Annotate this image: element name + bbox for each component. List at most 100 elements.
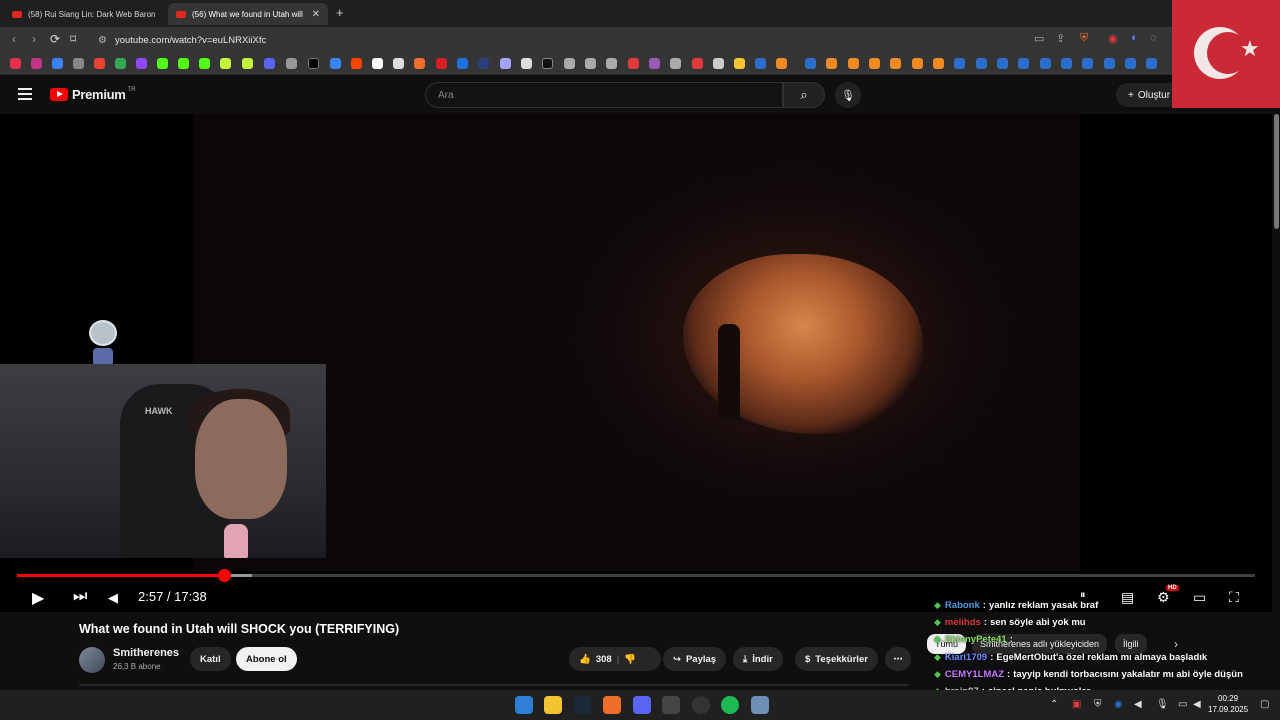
brave-browser-icon[interactable] bbox=[603, 696, 621, 714]
tab-utah-video[interactable]: (56) What we found in Utah will ✕ bbox=[168, 3, 328, 25]
extension-icon[interactable]: ◉ bbox=[1108, 32, 1118, 45]
video-player[interactable]: HAWK ▶ ⏭ ◀ 2:57 / 17:38 ⏸ ▤ ⚙ HD ▭ ⛶ bbox=[0, 114, 1272, 612]
bookmark-steam-icon[interactable] bbox=[954, 58, 965, 69]
tray-app-icon[interactable]: ⛨ bbox=[1094, 699, 1102, 710]
bookmark-steam-icon[interactable] bbox=[997, 58, 1008, 69]
bookmark-icon[interactable] bbox=[670, 58, 681, 69]
bookmark-gmail-icon[interactable] bbox=[94, 58, 105, 69]
search-input[interactable]: Ara bbox=[425, 82, 783, 108]
bookmark-icon[interactable] bbox=[73, 58, 84, 69]
bookmark-steam-icon[interactable] bbox=[1104, 58, 1115, 69]
new-tab-icon[interactable]: + bbox=[336, 5, 344, 20]
close-tab-icon[interactable]: ✕ bbox=[312, 9, 320, 20]
bookmark-icon[interactable] bbox=[649, 58, 660, 69]
bookmark-steam-icon[interactable] bbox=[1082, 58, 1093, 69]
extension-3-icon[interactable]: ◌ bbox=[1150, 32, 1157, 44]
channel-name[interactable]: Smitherenes bbox=[113, 647, 179, 659]
more-actions-button[interactable]: ⋯ bbox=[885, 647, 911, 671]
bookmark-kick-icon[interactable] bbox=[157, 58, 168, 69]
bookmark-icon[interactable] bbox=[713, 58, 724, 69]
share-button[interactable]: ↪ Paylaş bbox=[663, 647, 727, 671]
bookmark-folder-icon[interactable] bbox=[734, 58, 745, 69]
bookmark-twitch-icon[interactable] bbox=[136, 58, 147, 69]
video-frame[interactable] bbox=[193, 114, 1080, 571]
bookmark-icon[interactable] bbox=[606, 58, 617, 69]
hamburger-menu-icon[interactable] bbox=[18, 88, 32, 100]
microphone-icon[interactable]: 🎙 bbox=[1156, 699, 1169, 710]
app-icon[interactable] bbox=[662, 696, 680, 714]
bookmark-icon[interactable] bbox=[457, 58, 468, 69]
app-icon[interactable] bbox=[751, 696, 769, 714]
obs-icon[interactable] bbox=[692, 696, 710, 714]
like-icon[interactable]: 👍 bbox=[579, 654, 591, 665]
bookmark-icon[interactable] bbox=[242, 58, 253, 69]
bookmark-icon[interactable] bbox=[933, 58, 944, 69]
bookmark-icon[interactable] bbox=[692, 58, 703, 69]
bookmark-icon[interactable] bbox=[564, 58, 575, 69]
bookmark-steam-icon[interactable] bbox=[1018, 58, 1029, 69]
back-icon[interactable]: ‹ bbox=[12, 32, 16, 46]
system-clock[interactable]: 00:29 17.09.2025 bbox=[1208, 693, 1248, 715]
search-button[interactable]: ⌕ bbox=[783, 82, 825, 108]
network-icon[interactable]: ▭ bbox=[1178, 699, 1187, 710]
bookmark-icon[interactable] bbox=[585, 58, 596, 69]
bookmark-icon[interactable] bbox=[436, 58, 447, 69]
share-icon[interactable]: ⇪ bbox=[1056, 32, 1065, 45]
bookmark-icon[interactable] bbox=[500, 58, 511, 69]
bookmark-icon[interactable] bbox=[869, 58, 880, 69]
subscribe-button[interactable]: Abone ol bbox=[236, 647, 297, 671]
bookmark-steam-icon[interactable] bbox=[976, 58, 987, 69]
extension-2-icon[interactable]: ◖ bbox=[1130, 32, 1137, 44]
bookmark-reddit-icon[interactable] bbox=[351, 58, 362, 69]
tray-expand-icon[interactable]: ⌃ bbox=[1050, 699, 1058, 710]
bookmark-drive-icon[interactable] bbox=[115, 58, 126, 69]
start-menu-icon[interactable] bbox=[515, 696, 533, 714]
progress-bar[interactable] bbox=[17, 569, 1255, 582]
bookmark-icon[interactable] bbox=[372, 58, 383, 69]
play-icon[interactable]: ▶ bbox=[32, 588, 44, 608]
bookmark-icon[interactable] bbox=[286, 58, 297, 69]
bookmark-icon[interactable] bbox=[890, 58, 901, 69]
bookmark-kick-icon[interactable] bbox=[199, 58, 210, 69]
steam-icon[interactable] bbox=[573, 696, 591, 714]
cast-icon[interactable]: ▭ bbox=[1034, 32, 1044, 45]
bookmark-steam-icon[interactable] bbox=[1040, 58, 1051, 69]
channel-avatar[interactable] bbox=[79, 647, 105, 673]
file-explorer-icon[interactable] bbox=[544, 696, 562, 714]
bookmark-icon[interactable] bbox=[542, 58, 553, 69]
forward-icon[interactable]: › bbox=[32, 32, 36, 46]
volume-icon[interactable]: ◀ bbox=[1193, 699, 1201, 710]
page-scrollbar[interactable] bbox=[1272, 114, 1280, 690]
youtube-premium-logo[interactable]: Premium TR bbox=[50, 87, 136, 102]
dislike-icon[interactable]: 👎 bbox=[624, 654, 636, 665]
volume-icon[interactable]: ◀ bbox=[108, 590, 118, 606]
bookmark-steam-icon[interactable] bbox=[1146, 58, 1157, 69]
bookmark-steam-icon[interactable] bbox=[1061, 58, 1072, 69]
brave-shield-icon[interactable]: ⛨ bbox=[1080, 32, 1088, 45]
tray-steam-icon[interactable]: ◉ bbox=[1114, 699, 1123, 710]
bookmark-steam-icon[interactable] bbox=[755, 58, 766, 69]
bookmark-x-icon[interactable] bbox=[308, 58, 319, 69]
bookmark-icon[interactable] bbox=[52, 58, 63, 69]
bookmark-steam-icon[interactable] bbox=[805, 58, 816, 69]
bookmark-instagram-icon[interactable] bbox=[31, 58, 42, 69]
bookmark-icon[interactable] bbox=[220, 58, 231, 69]
thanks-button[interactable]: $ Teşekkürler bbox=[795, 647, 878, 671]
bookmark-icon[interactable] bbox=[912, 58, 923, 69]
bookmark-steam-icon[interactable] bbox=[1125, 58, 1136, 69]
bookmark-icon[interactable] bbox=[393, 58, 404, 69]
like-count[interactable]: 308 bbox=[596, 654, 612, 665]
speaker-icon[interactable]: ◀ bbox=[1134, 699, 1142, 710]
reload-icon[interactable]: ⟳ bbox=[50, 32, 60, 46]
bookmark-icon[interactable] bbox=[776, 58, 787, 69]
discord-icon[interactable] bbox=[633, 696, 651, 714]
bookmark-icon[interactable] bbox=[478, 58, 489, 69]
bookmark-kick-icon[interactable] bbox=[178, 58, 189, 69]
voice-search-button[interactable]: 🎙 bbox=[835, 82, 861, 108]
scrubber-handle[interactable] bbox=[217, 569, 231, 582]
bookmark-icon[interactable] bbox=[628, 58, 639, 69]
next-video-icon[interactable]: ⏭ bbox=[73, 588, 87, 606]
bookmark-icon[interactable] bbox=[330, 58, 341, 69]
spotify-icon[interactable] bbox=[721, 696, 739, 714]
bookmark-youtube-icon[interactable] bbox=[10, 58, 21, 69]
